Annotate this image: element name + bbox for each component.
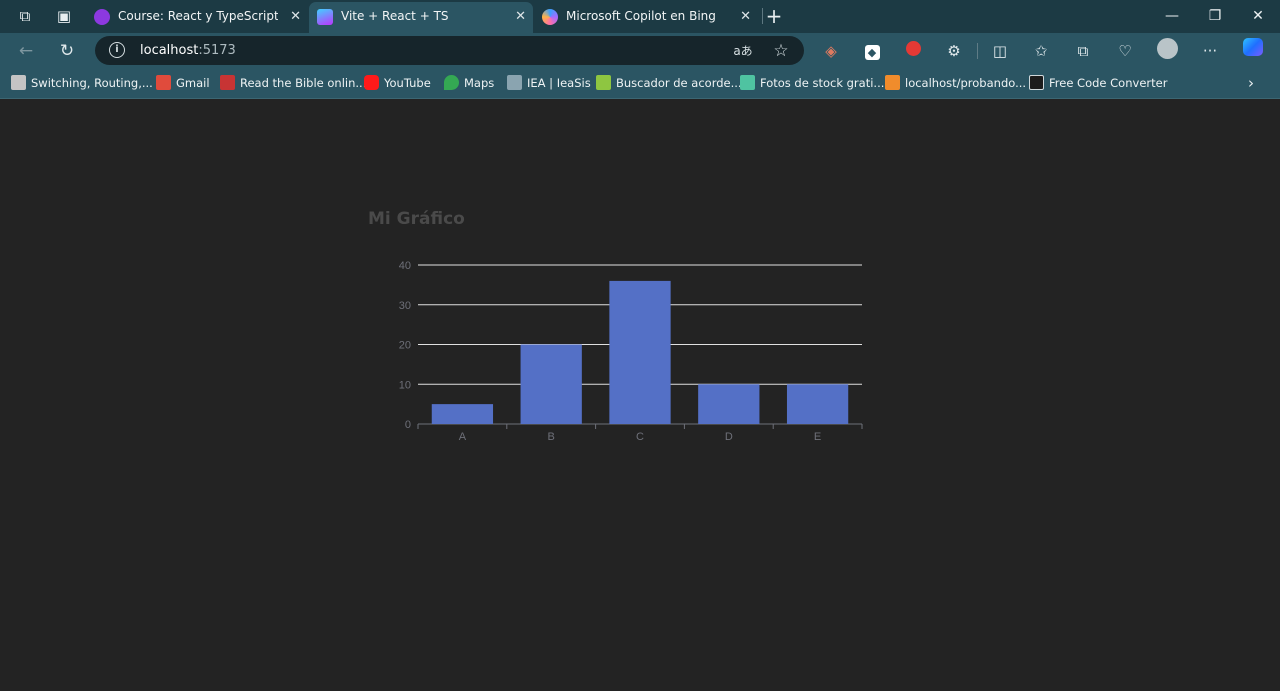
iea-icon — [507, 75, 522, 90]
x-tick-label: E — [814, 431, 821, 443]
info-icon[interactable]: i — [109, 42, 125, 58]
tab-copilot[interactable]: Microsoft Copilot en Bing ✕ — [534, 2, 758, 33]
x-tick-label: C — [636, 431, 644, 443]
url-port: :5173 — [198, 43, 236, 58]
y-tick-label: 0 — [405, 419, 411, 431]
url-text[interactable]: localhost:5173 — [140, 36, 236, 65]
favorite-star-icon[interactable]: ☆ — [770, 40, 792, 62]
bookmark-item[interactable]: Read the Bible onlin... — [220, 74, 366, 92]
url-host: localhost — [140, 43, 199, 58]
more-icon[interactable]: ··· — [1197, 38, 1223, 64]
code-converter-icon — [1029, 75, 1044, 90]
bookmark-item[interactable]: Fotos de stock grati... — [740, 74, 884, 92]
x-tick-label: D — [725, 431, 733, 443]
tab-vite[interactable]: Vite + React + TS ✕ — [309, 2, 533, 33]
copilot-favicon-icon — [542, 9, 558, 25]
address-bar[interactable]: i localhost:5173 aあ ☆ — [95, 36, 804, 65]
close-window-icon[interactable]: ✕ — [1237, 2, 1279, 30]
extension-icon[interactable]: ◈ — [818, 38, 844, 64]
bar-b — [520, 344, 582, 424]
x-tick-label: B — [548, 431, 555, 443]
close-tab-icon[interactable]: ✕ — [290, 2, 301, 31]
y-tick-label: 40 — [399, 260, 411, 272]
bar-d — [698, 384, 760, 424]
new-tab-button[interactable]: + — [761, 4, 787, 28]
stock-photos-icon — [740, 75, 755, 90]
split-screen-icon[interactable]: ◫ — [987, 38, 1013, 64]
bookmark-label: Free Code Converter — [1049, 76, 1168, 90]
gmail-icon — [156, 75, 171, 90]
close-tab-icon[interactable]: ✕ — [740, 2, 751, 31]
bookmark-label: Buscador de acorde... — [616, 76, 742, 90]
bookmark-item[interactable]: Free Code Converter — [1029, 74, 1167, 92]
extension-icon[interactable] — [900, 38, 926, 64]
udemy-favicon-icon — [94, 9, 110, 25]
page-content: Mi Gráfico 0 10 20 30 40 A B C D E — [0, 100, 1280, 691]
profile-icon[interactable] — [1154, 38, 1180, 64]
toolbar-divider — [977, 43, 978, 59]
y-tick-label: 20 — [399, 340, 411, 352]
bar-e — [786, 384, 849, 424]
tab-course[interactable]: Course: React y TypeScript - La Gu ✕ — [86, 2, 308, 33]
bookmark-label: Read the Bible onlin... — [240, 76, 367, 90]
performance-icon[interactable]: ♡ — [1112, 38, 1138, 64]
translate-icon[interactable]: aあ — [732, 40, 754, 62]
y-tick-label: 10 — [399, 379, 411, 391]
chords-icon — [596, 75, 611, 90]
close-tab-icon[interactable]: ✕ — [515, 2, 526, 31]
tab-title: Course: React y TypeScript - La Gu — [118, 9, 278, 23]
bookmark-item[interactable]: Switching, Routing,... — [11, 74, 153, 92]
restore-icon[interactable]: ❐ — [1194, 2, 1236, 30]
bookmark-item[interactable]: Buscador de acorde... — [596, 74, 742, 92]
vertical-tabs-icon[interactable]: ▣ — [51, 4, 77, 28]
workspaces-icon[interactable]: ⧉ — [12, 4, 38, 28]
x-tick-label: A — [459, 431, 467, 443]
tab-title: Vite + React + TS — [341, 9, 449, 23]
bookmark-favicon-icon — [11, 75, 26, 90]
youtube-icon — [364, 75, 379, 90]
chart-title: Mi Gráfico — [368, 209, 465, 229]
tab-strip: ⧉ ▣ Course: React y TypeScript - La Gu ✕… — [0, 0, 1280, 33]
extension-icon[interactable]: ◆ — [859, 38, 885, 64]
bookmark-label: IEA | IeaSis — [527, 76, 591, 90]
bookmark-label: Fotos de stock grati... — [760, 76, 885, 90]
bookmarks-bar: Switching, Routing,... Gmail Read the Bi… — [0, 68, 1280, 99]
collections-icon[interactable]: ⧉ — [1070, 38, 1096, 64]
copilot-icon[interactable] — [1240, 38, 1266, 64]
toolbar: ← ↻ i localhost:5173 aあ ☆ ◈ ◆ ⚙ ◫ ✩ ⧉ ♡ … — [0, 33, 1280, 68]
bookmark-label: Maps — [464, 76, 495, 90]
bookmark-label: localhost/probando... — [905, 76, 1027, 90]
bar-a — [431, 404, 494, 424]
bookmark-label: Gmail — [176, 76, 210, 90]
extensions-icon[interactable]: ⚙ — [941, 38, 967, 64]
bookmark-item[interactable]: Maps — [444, 74, 494, 92]
xampp-icon — [885, 75, 900, 90]
bar-c — [609, 280, 671, 424]
bookmark-label: Switching, Routing,... — [31, 76, 153, 90]
maps-icon — [444, 75, 459, 90]
bookmark-item[interactable]: YouTube — [364, 74, 431, 92]
y-tick-label: 30 — [399, 300, 411, 312]
bible-icon — [220, 75, 235, 90]
bookmark-label: YouTube — [384, 76, 431, 90]
bar-chart: 0 10 20 30 40 A B C D E — [399, 260, 863, 443]
chevron-right-icon[interactable]: › — [1248, 74, 1254, 92]
minimize-icon[interactable]: — — [1151, 2, 1193, 30]
tab-title: Microsoft Copilot en Bing — [566, 9, 716, 23]
bookmark-item[interactable]: localhost/probando... — [885, 74, 1026, 92]
vite-favicon-icon — [317, 9, 333, 25]
favorites-icon[interactable]: ✩ — [1028, 38, 1054, 64]
refresh-icon[interactable]: ↻ — [54, 38, 80, 64]
back-icon[interactable]: ← — [13, 38, 39, 64]
bookmark-item[interactable]: Gmail — [156, 74, 210, 92]
bookmark-item[interactable]: IEA | IeaSis — [507, 74, 591, 92]
